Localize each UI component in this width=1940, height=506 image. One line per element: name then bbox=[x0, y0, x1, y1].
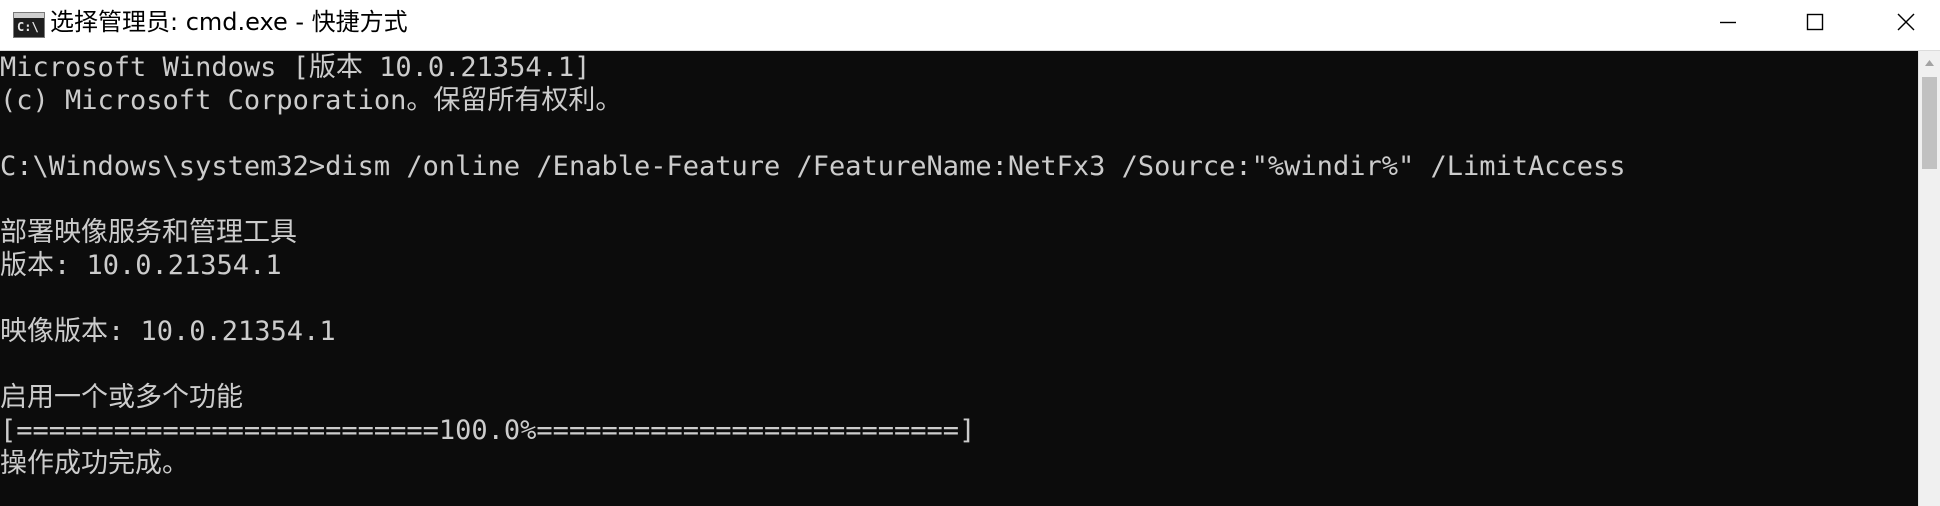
console-line: Microsoft Windows [版本 10.0.21354.1] bbox=[0, 52, 591, 83]
console-output[interactable]: Microsoft Windows [版本 10.0.21354.1] (c) … bbox=[0, 51, 1918, 506]
console-line: 部署映像服务和管理工具 bbox=[0, 217, 297, 248]
cmd-icon-bar bbox=[14, 13, 44, 18]
maximize-button[interactable] bbox=[1770, 0, 1860, 44]
window-title: 选择管理员: cmd.exe - 快捷方式 bbox=[50, 8, 408, 36]
close-button[interactable] bbox=[1860, 0, 1940, 44]
console-line: 操作成功完成。 bbox=[0, 448, 189, 479]
console-line: 启用一个或多个功能 bbox=[0, 382, 243, 413]
scroll-up-arrow-icon[interactable] bbox=[1919, 51, 1940, 75]
vertical-scrollbar[interactable] bbox=[1918, 51, 1940, 506]
minimize-icon bbox=[1720, 21, 1736, 24]
command-line: C:\Windows\system32>dism /online /Enable… bbox=[0, 151, 1626, 182]
maximize-icon bbox=[1806, 13, 1824, 31]
progress-line: [==========================100.0%=======… bbox=[0, 415, 976, 446]
cmd-window: C:\ 选择管理员: cmd.exe - 快捷方式 Microsoft Wind… bbox=[0, 0, 1940, 506]
title-bar[interactable]: C:\ 选择管理员: cmd.exe - 快捷方式 bbox=[0, 0, 1940, 51]
close-icon bbox=[1897, 13, 1915, 31]
minimize-button[interactable] bbox=[1680, 0, 1770, 44]
cmd-icon-glyph: C:\ bbox=[17, 20, 39, 34]
cmd-icon[interactable]: C:\ bbox=[13, 12, 45, 38]
console-line: (c) Microsoft Corporation。保留所有权利。 bbox=[0, 85, 623, 116]
console-line: 映像版本: 10.0.21354.1 bbox=[0, 316, 336, 347]
console-line: 版本: 10.0.21354.1 bbox=[0, 250, 282, 281]
scroll-thumb[interactable] bbox=[1922, 77, 1937, 169]
